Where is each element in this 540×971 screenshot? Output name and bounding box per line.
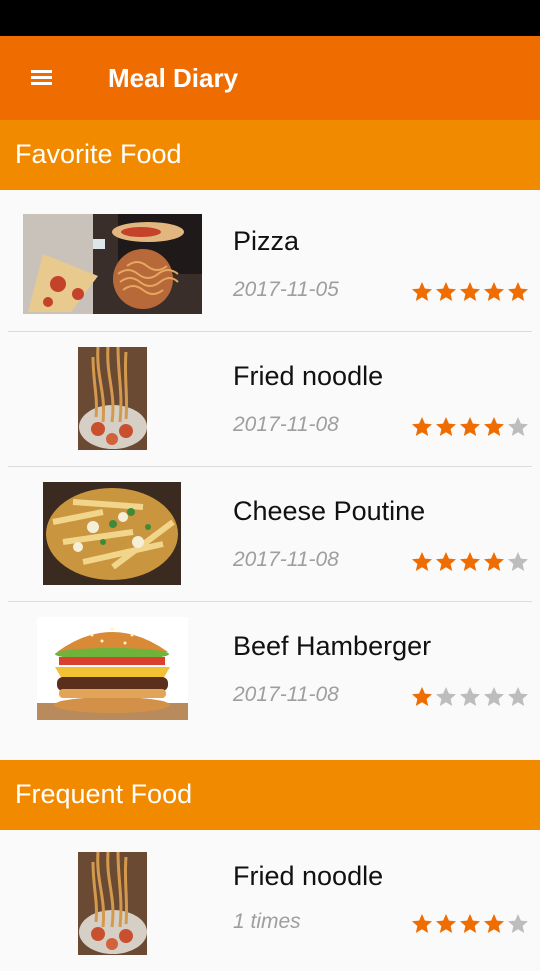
favorite-food-header: Favorite Food	[0, 120, 540, 190]
hamburger-photo	[37, 617, 188, 720]
rating-stars	[410, 550, 530, 574]
star-empty-icon	[484, 687, 504, 706]
star-filled-icon	[436, 914, 456, 933]
item-name: Cheese Poutine	[233, 496, 426, 526]
star-filled-icon	[412, 687, 432, 706]
star-filled-icon	[508, 282, 528, 301]
star-filled-icon	[412, 914, 432, 933]
star-empty-icon	[460, 687, 480, 706]
rating-stars	[410, 685, 530, 709]
star-filled-icon	[484, 914, 504, 933]
status-bar	[0, 0, 540, 36]
star-filled-icon	[412, 552, 432, 571]
item-name: Beef Hamberger	[233, 631, 432, 661]
list-item[interactable]: Cheese Poutine 2017-11-08	[0, 466, 540, 601]
pizza-and-spaghetti-photo	[23, 214, 202, 314]
star-filled-icon	[484, 282, 504, 301]
star-filled-icon	[460, 552, 480, 571]
star-filled-icon	[484, 417, 504, 436]
app-title: Meal Diary	[108, 63, 239, 93]
star-empty-icon	[436, 687, 456, 706]
item-name: Fried noodle	[233, 361, 384, 391]
star-empty-icon	[508, 417, 528, 436]
star-filled-icon	[412, 282, 432, 301]
star-filled-icon	[460, 914, 480, 933]
section-title: Frequent Food	[15, 779, 193, 809]
star-filled-icon	[436, 282, 456, 301]
star-filled-icon	[484, 552, 504, 571]
star-empty-icon	[508, 552, 528, 571]
list-item[interactable]: Fried noodle 1 times	[0, 836, 540, 971]
item-name: Pizza	[233, 226, 300, 256]
fried-noodle-photo	[78, 347, 147, 450]
list-item[interactable]: Fried noodle 2017-11-08	[0, 331, 540, 466]
list-item[interactable]: Beef Hamberger 2017-11-08	[0, 601, 540, 736]
star-empty-icon	[508, 687, 528, 706]
star-filled-icon	[460, 282, 480, 301]
star-empty-icon	[508, 914, 528, 933]
list-item[interactable]: Pizza 2017-11-05	[0, 196, 540, 331]
item-count: 1 times	[233, 910, 301, 933]
star-filled-icon	[436, 417, 456, 436]
fried-noodle-photo	[78, 852, 147, 955]
cheese-poutine-photo	[43, 482, 181, 585]
rating-stars	[410, 280, 530, 304]
star-filled-icon	[460, 417, 480, 436]
rating-stars	[410, 912, 530, 936]
item-date: 2017-11-08	[233, 683, 339, 706]
frequent-food-header: Frequent Food	[0, 760, 540, 830]
app-bar: Meal Diary	[0, 36, 540, 120]
item-date: 2017-11-08	[233, 548, 339, 571]
hamburger-menu-icon[interactable]	[31, 70, 52, 86]
item-name: Fried noodle	[233, 861, 384, 891]
star-filled-icon	[436, 552, 456, 571]
item-date: 2017-11-08	[233, 413, 339, 436]
star-filled-icon	[412, 417, 432, 436]
item-date: 2017-11-05	[233, 278, 339, 301]
rating-stars	[410, 415, 530, 439]
section-title: Favorite Food	[15, 139, 182, 169]
